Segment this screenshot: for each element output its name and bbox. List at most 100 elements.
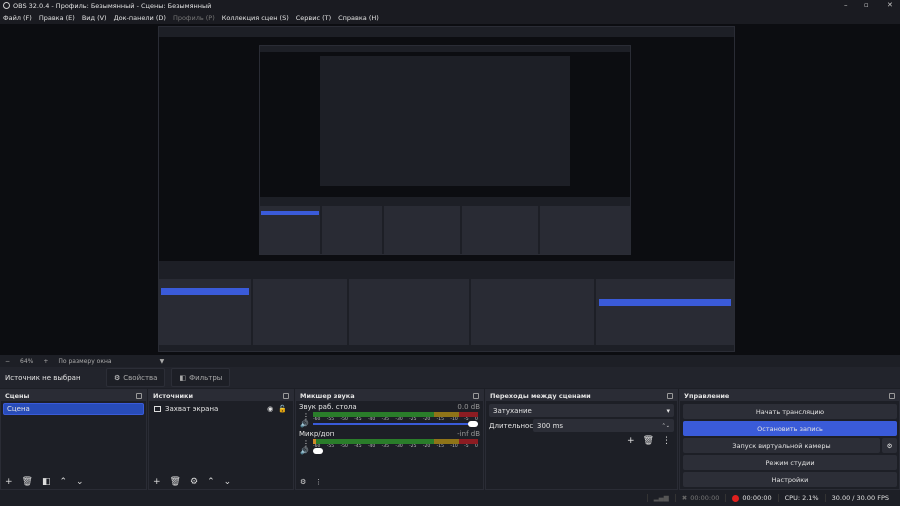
menu-docks[interactable]: Док-панели (D) [114,14,166,22]
sources-title: Источники [153,391,193,400]
filters-button[interactable]: ◧ Фильтры [171,368,231,387]
zoom-mode-select[interactable]: По размеру окна [58,358,111,365]
zoom-in-button[interactable]: + [43,358,48,365]
controls-dock: Управление Начать трансляцию Остановить … [679,389,900,490]
menu-scene-collection[interactable]: Коллекция сцен (S) [222,14,289,22]
undock-icon[interactable] [667,392,673,399]
slider-handle[interactable] [468,421,478,427]
menu-edit[interactable]: Правка (E) [39,14,75,22]
stream-time: 00:00:00 [690,494,720,502]
title-bar: OBS 32.0.4 - Профиль: Безымянный - Сцены… [0,0,900,11]
zoom-value: 64% [20,357,34,365]
duration-label: Длительность [489,421,542,430]
close-button[interactable]: ✕ [887,1,893,9]
signal-icon: ▂▄▆ [646,494,675,502]
menu-file[interactable]: Файл (F) [3,14,32,22]
chevron-down-icon[interactable]: ▼ [160,358,165,365]
speaker-icon[interactable]: 🔊 [300,447,309,455]
undock-icon[interactable] [136,392,142,399]
status-bar: ▂▄▆ ✖ 00:00:00 00:00:00 CPU: 2.1% 30.00 /… [0,490,900,506]
move-down-button[interactable]: ⌄ [76,477,84,487]
trash-icon[interactable]: 🗑 [643,436,654,446]
preview-recursive-frame [158,26,735,352]
scene-item[interactable]: Сцена [3,403,144,415]
properties-button[interactable]: ⚙ Свойства [106,368,166,387]
maximize-button[interactable]: ▫ [864,1,869,9]
settings-button[interactable]: Настройки [683,472,897,487]
lock-icon[interactable]: 🔓 [278,405,287,413]
scenes-title: Сцены [5,391,30,400]
channel-name: Микр/доп [299,430,335,438]
duration-spinbox[interactable]: 300 ms ⌃⌄ [533,419,674,432]
mixer-title: Микшер звука [300,391,355,400]
gear-icon[interactable]: ⚙ [190,477,198,487]
menu-dots-icon[interactable]: ⋮ [315,478,322,486]
transitions-dock: Переходы между сценами Затухание ▾ Длител… [485,389,678,490]
menu-help[interactable]: Справка (H) [338,14,379,22]
menu-profile[interactable]: Профиль (P) [173,14,215,22]
controls-title: Управление [684,391,730,400]
trash-icon[interactable]: 🗑 [22,477,33,487]
speaker-icon[interactable]: 🔊 [300,420,309,428]
obs-logo-icon [3,2,10,9]
volume-slider[interactable] [313,421,478,427]
start-stream-button[interactable]: Начать трансляцию [683,404,897,419]
channel-name: Звук раб. стола [299,403,357,411]
menu-tools[interactable]: Сервис (T) [296,14,331,22]
meter-level [313,439,317,444]
no-source-label: Источник не выбран [5,373,81,382]
advanced-audio-button[interactable]: ⚙ [300,478,306,486]
menu-dots-icon[interactable]: ⋮ [662,436,671,446]
undock-icon[interactable] [889,392,895,399]
stream-icon: ✖ [681,494,688,502]
virtual-camera-settings-gear-icon[interactable]: ⚙ [882,438,897,453]
window-title: OBS 32.0.4 - Профиль: Безымянный - Сцены… [13,1,212,10]
undock-icon[interactable] [473,392,479,399]
channel-db: -inf dB [457,430,480,438]
source-item[interactable]: Захват экрана ◉ 🔓 [151,403,291,415]
stream-status: ✖ 00:00:00 [674,494,726,502]
minimize-button[interactable]: – [844,1,848,9]
eye-icon[interactable]: ◉ [267,405,273,413]
nested-preview-frame [259,45,631,255]
transition-select[interactable]: Затухание ▾ [489,404,674,417]
preview-canvas[interactable] [0,24,900,355]
add-source-button[interactable]: + [153,477,161,487]
scenes-dock: Сцены Сцена + 🗑 ◧ ⌃ ⌄ [0,389,147,490]
add-transition-button[interactable]: + [627,436,635,446]
zoom-bar: − 64% + По размеру окна ▼ [0,355,900,367]
move-up-button[interactable]: ⌃ [207,477,215,487]
record-time: 00:00:00 [742,494,772,502]
source-toolbar: Источник не выбран ⚙ Свойства ◧ Фильтры [0,367,900,388]
undock-icon[interactable] [283,392,289,399]
transitions-title: Переходы между сценами [490,391,591,400]
filter-icon: ◧ [179,373,187,382]
record-status: 00:00:00 [725,494,777,502]
sources-dock: Источники Захват экрана ◉ 🔓 + 🗑 ⚙ ⌃ ⌄ [148,389,294,490]
chevron-down-icon: ▾ [666,406,670,415]
volume-meter [313,439,478,444]
gear-icon: ⚙ [114,373,121,382]
zoom-out-button[interactable]: − [5,358,10,365]
move-up-button[interactable]: ⌃ [60,477,68,487]
volume-slider[interactable] [313,448,478,454]
volume-meter [313,412,478,417]
menu-view[interactable]: Вид (V) [82,14,107,22]
mixer-channel: Звук раб. стола 0.0 dB ⋮ -60 -55 -50 -45 -40-… [296,401,483,428]
add-scene-button[interactable]: + [5,477,13,487]
mixer-channel: Микр/доп -inf dB ⋮ -60 -55 -50 -45 -40 -35 -30-… [296,428,483,455]
slider-handle[interactable] [313,448,323,454]
studio-mode-button[interactable]: Режим студии [683,455,897,470]
fps-readout: 30.00 / 30.00 FPS [824,494,895,502]
channel-db: 0.0 dB [457,403,480,411]
monitor-icon [154,406,161,412]
scene-filters-button[interactable]: ◧ [42,477,51,487]
cpu-usage: CPU: 2.1% [777,494,825,502]
menu-bar: Файл (F) Правка (E) Вид (V) Док-панели (… [0,11,900,24]
stop-record-button[interactable]: Остановить запись [683,421,897,436]
move-down-button[interactable]: ⌄ [224,477,232,487]
virtual-camera-button[interactable]: Запуск виртуальной камеры [683,438,880,453]
audio-mixer-dock: Микшер звука Звук раб. стола 0.0 dB ⋮ -60… [295,389,484,490]
trash-icon[interactable]: 🗑 [170,477,181,487]
record-icon [732,494,740,502]
